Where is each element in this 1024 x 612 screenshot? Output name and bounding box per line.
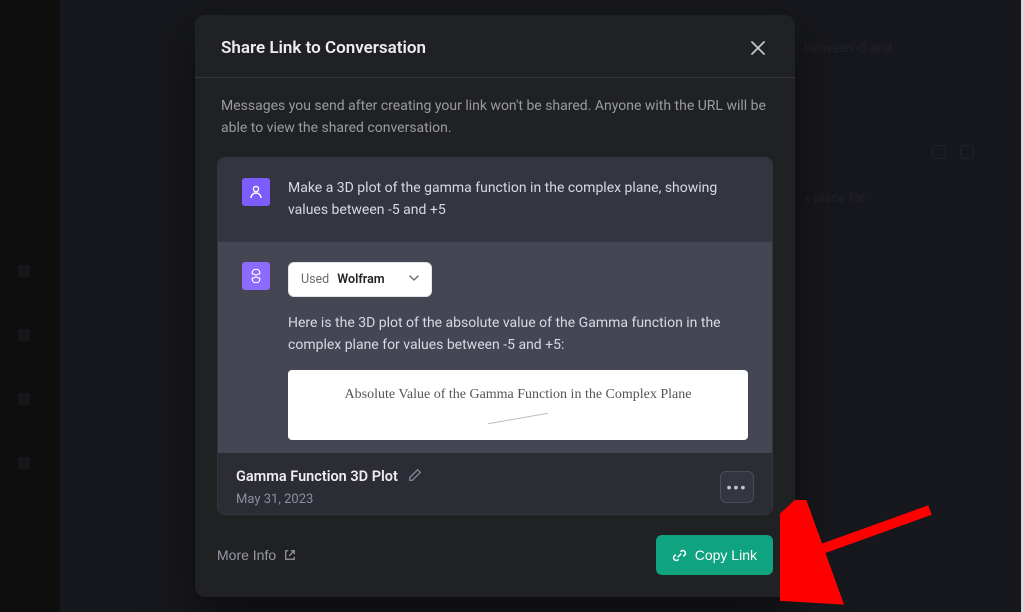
preview-message-assistant: Used Wolfram Here is the 3D plot of the …	[218, 242, 772, 454]
pencil-icon	[408, 468, 422, 482]
user-avatar	[242, 178, 270, 206]
more-options-button[interactable]: •••	[720, 471, 754, 503]
modal-header: Share Link to Conversation	[195, 15, 795, 77]
conversation-date: May 31, 2023	[236, 492, 422, 507]
plot-title: Absolute Value of the Gamma Function in …	[302, 384, 734, 406]
chevron-down-icon	[409, 271, 419, 288]
more-info-link[interactable]: More Info	[217, 547, 296, 563]
more-info-label: More Info	[217, 547, 276, 563]
preview-message-user: Make a 3D plot of the gamma function in …	[218, 158, 772, 241]
used-tool-prefix: Used	[301, 270, 329, 289]
close-button[interactable]	[747, 37, 769, 59]
edit-title-button[interactable]	[408, 467, 422, 486]
person-icon	[248, 184, 264, 200]
share-link-modal: Share Link to Conversation Messages you …	[195, 15, 795, 597]
modal-title: Share Link to Conversation	[221, 38, 426, 58]
preview-message-user-text: Make a 3D plot of the gamma function in …	[288, 178, 748, 221]
ellipsis-icon: •••	[727, 479, 748, 495]
modal-description: Messages you send after creating your li…	[195, 78, 795, 157]
openai-logo-icon	[247, 267, 265, 285]
conversation-preview-scroll[interactable]: Make a 3D plot of the gamma function in …	[218, 158, 772, 453]
external-link-icon	[284, 549, 296, 561]
link-icon	[672, 548, 687, 563]
conversation-title: Gamma Function 3D Plot	[236, 468, 398, 485]
close-icon	[751, 41, 765, 55]
assistant-avatar	[242, 262, 270, 290]
used-tool-name: Wolfram	[337, 270, 384, 289]
plot-wireframe-icon	[488, 413, 548, 444]
plot-image-preview: Absolute Value of the Gamma Function in …	[288, 370, 748, 440]
conversation-preview-meta: Gamma Function 3D Plot May 31, 2023 •••	[218, 453, 772, 515]
modal-footer: More Info Copy Link	[195, 515, 795, 597]
copy-link-label: Copy Link	[695, 547, 757, 563]
preview-message-assistant-text: Here is the 3D plot of the absolute valu…	[288, 313, 748, 356]
conversation-preview: Make a 3D plot of the gamma function in …	[217, 157, 773, 515]
copy-link-button[interactable]: Copy Link	[656, 535, 773, 575]
used-tool-pill[interactable]: Used Wolfram	[288, 262, 432, 297]
